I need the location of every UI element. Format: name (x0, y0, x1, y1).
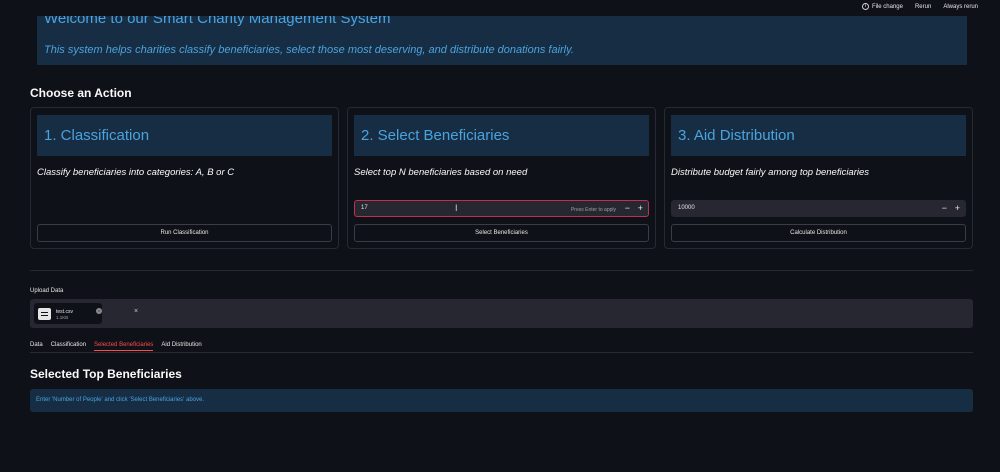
tabs-underline (30, 352, 973, 353)
file-icon (38, 308, 51, 320)
run-classification-button[interactable]: Run Classification (37, 224, 332, 242)
budget-input[interactable]: 10000 − + (671, 200, 966, 217)
calculate-distribution-button[interactable]: Calculate Distribution (671, 224, 966, 242)
welcome-banner: Welcome to our Smart Charity Management … (37, 16, 967, 65)
welcome-title: Welcome to our Smart Charity Management … (44, 16, 391, 27)
input-hint: Press Enter to apply (570, 207, 616, 213)
select-beneficiaries-card: 2. Select Beneficiaries Select top N ben… (347, 107, 656, 249)
clear-upload-icon[interactable]: × (134, 308, 138, 315)
tab-data[interactable]: Data (30, 342, 43, 351)
info-message-box: Enter 'Number of People' and click 'Sele… (30, 389, 973, 412)
text-cursor-icon: I (455, 203, 458, 213)
tab-classification[interactable]: Classification (51, 342, 86, 351)
info-icon: i (861, 3, 869, 10)
file-uploader[interactable]: test.csv 1.1KB × × (30, 299, 973, 328)
uploaded-file-chip: test.csv 1.1KB × (34, 303, 102, 324)
input-value: 17 (361, 205, 368, 211)
tab-aid-distribution[interactable]: Aid Distribution (161, 342, 201, 351)
card-description: Distribute budget fairly among top benef… (671, 167, 870, 178)
result-tabs: Data Classification Selected Beneficiari… (30, 342, 202, 351)
decrement-button[interactable]: − (942, 203, 947, 213)
remove-file-icon[interactable]: × (96, 308, 102, 314)
section-divider (30, 270, 973, 271)
app-page: i File change Rerun Always rerun Welcome… (0, 0, 1000, 472)
input-value: 10000 (678, 205, 695, 211)
card-description: Classify beneficiaries into categories: … (37, 167, 235, 178)
increment-button[interactable]: + (638, 203, 643, 213)
card-header: 2. Select Beneficiaries (354, 115, 649, 156)
file-size: 1.1KB (56, 315, 69, 320)
card-title: 1. Classification (44, 127, 150, 144)
select-beneficiaries-button[interactable]: Select Beneficiaries (354, 224, 649, 242)
upload-label: Upload Data (30, 288, 64, 294)
card-description: Select top N beneficiaries based on need (354, 167, 528, 178)
file-change-label: File change (871, 3, 903, 10)
classification-card: 1. Classification Classify beneficiaries… (30, 107, 339, 249)
card-header: 1. Classification (37, 115, 332, 156)
file-change-notice: i File change (861, 3, 903, 10)
card-header: 3. Aid Distribution (671, 115, 966, 156)
top-toolbar: i File change Rerun Always rerun (0, 0, 1000, 16)
tab-selected-beneficiaries[interactable]: Selected Beneficiaries (94, 342, 154, 351)
toolbar-actions: i File change Rerun Always rerun (861, 3, 978, 10)
aid-distribution-card: 3. Aid Distribution Distribute budget fa… (664, 107, 973, 249)
selected-beneficiaries-heading: Selected Top Beneficiaries (30, 367, 182, 381)
card-title: 3. Aid Distribution (678, 127, 795, 144)
decrement-button[interactable]: − (625, 203, 630, 213)
welcome-subtitle: This system helps charities classify ben… (44, 44, 574, 56)
number-of-people-input[interactable]: 17 I Press Enter to apply − + (354, 200, 649, 217)
card-title: 2. Select Beneficiaries (361, 127, 510, 144)
always-rerun-button[interactable]: Always rerun (943, 4, 978, 10)
rerun-button[interactable]: Rerun (915, 4, 931, 10)
info-message: Enter 'Number of People' and click 'Sele… (36, 397, 205, 403)
choose-action-heading: Choose an Action (30, 86, 132, 100)
increment-button[interactable]: + (955, 203, 960, 213)
